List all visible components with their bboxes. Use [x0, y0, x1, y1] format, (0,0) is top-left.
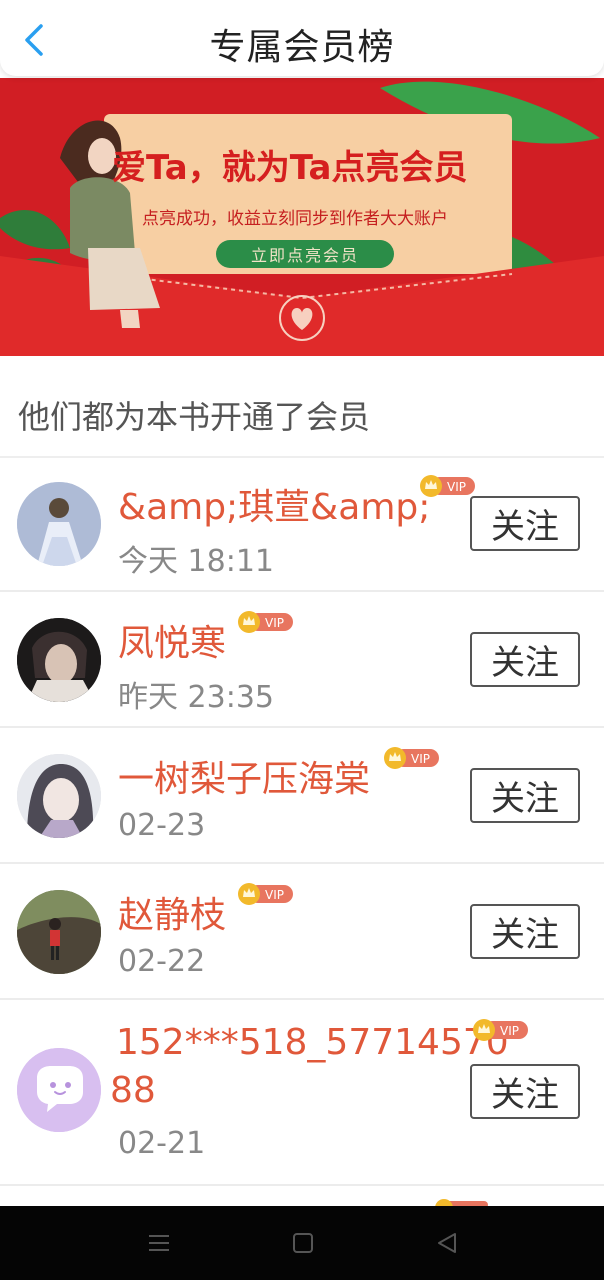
vip-badge-text: VIP [500, 1024, 519, 1038]
join-time: 昨天 23:35 [118, 680, 274, 715]
vip-badge-icon: VIP [420, 475, 475, 497]
join-time: 02-21 [118, 1126, 206, 1161]
banner-headline: 爱Ta，就为Ta点亮会员 [112, 148, 468, 188]
follow-button[interactable]: 关注 [470, 904, 580, 959]
avatar[interactable] [17, 618, 101, 702]
home-square-icon [293, 1233, 313, 1253]
follow-button[interactable]: 关注 [470, 1064, 580, 1119]
vip-badge-text: VIP [265, 616, 284, 630]
banner-cta-button[interactable]: 立即点亮会员 [216, 240, 394, 268]
member-name[interactable]: 152***518_57714570 [116, 1022, 509, 1063]
chat-bubble-icon [17, 1048, 101, 1132]
menu-button[interactable] [144, 1228, 174, 1258]
top-bar: 专属会员榜 [0, 0, 604, 76]
join-time: 02-22 [118, 944, 206, 979]
vip-badge-icon: VIP [238, 611, 293, 633]
member-name[interactable]: 一树梨子压海棠 [118, 750, 370, 802]
follow-button[interactable]: 关注 [470, 632, 580, 687]
avatar[interactable] [17, 482, 101, 566]
member-name[interactable]: &amp;琪萱&amp; [118, 478, 430, 530]
vip-badge-icon: VIP [473, 1019, 528, 1041]
vip-badge-icon: VIP [384, 747, 439, 769]
avatar[interactable] [17, 754, 101, 838]
menu-icon [149, 1235, 169, 1251]
list-item-partial [0, 1188, 604, 1208]
home-button[interactable] [288, 1228, 318, 1258]
vip-badge-text: VIP [411, 752, 430, 766]
section-title: 他们都为本书开通了会员 [18, 398, 371, 436]
list-item[interactable]: 凤悦寒 VIP 昨天 23:35 关注 [0, 594, 604, 728]
avatar-image [17, 618, 101, 702]
vip-badge-text: VIP [265, 888, 284, 902]
back-nav-button[interactable] [432, 1228, 462, 1258]
member-name-continued[interactable]: 88 [110, 1070, 156, 1111]
vip-badge-icon: VIP [238, 883, 293, 905]
member-name[interactable]: 赵静枝 [118, 886, 226, 938]
follow-button[interactable]: 关注 [470, 768, 580, 823]
avatar[interactable] [17, 890, 101, 974]
avatar[interactable] [17, 1048, 101, 1132]
banner-subtitle: 点亮成功，收益立刻同步到作者大大账户 [142, 209, 448, 229]
member-name[interactable]: 凤悦寒 [118, 614, 226, 666]
promo-banner[interactable]: 爱Ta，就为Ta点亮会员 点亮成功，收益立刻同步到作者大大账户 立即点亮会员 [0, 78, 604, 356]
list-item[interactable]: 152***518_57714570 88 VIP 02-21 关注 [0, 1002, 604, 1186]
avatar-image [17, 482, 101, 566]
join-time: 02-23 [118, 808, 206, 843]
list-item[interactable]: 赵静枝 VIP 02-22 关注 [0, 866, 604, 1000]
join-time: 今天 18:11 [118, 544, 274, 579]
avatar-image [17, 890, 101, 974]
page-title: 专属会员榜 [209, 27, 395, 68]
system-nav-bar [0, 1206, 604, 1280]
follow-button[interactable]: 关注 [470, 496, 580, 551]
vip-badge-text: VIP [447, 480, 466, 494]
list-item[interactable]: 一树梨子压海棠 VIP 02-23 关注 [0, 730, 604, 864]
back-triangle-icon [438, 1233, 456, 1253]
list-item[interactable]: &amp;琪萱&amp; VIP 今天 18:11 关注 [0, 458, 604, 592]
avatar-image [17, 754, 101, 838]
